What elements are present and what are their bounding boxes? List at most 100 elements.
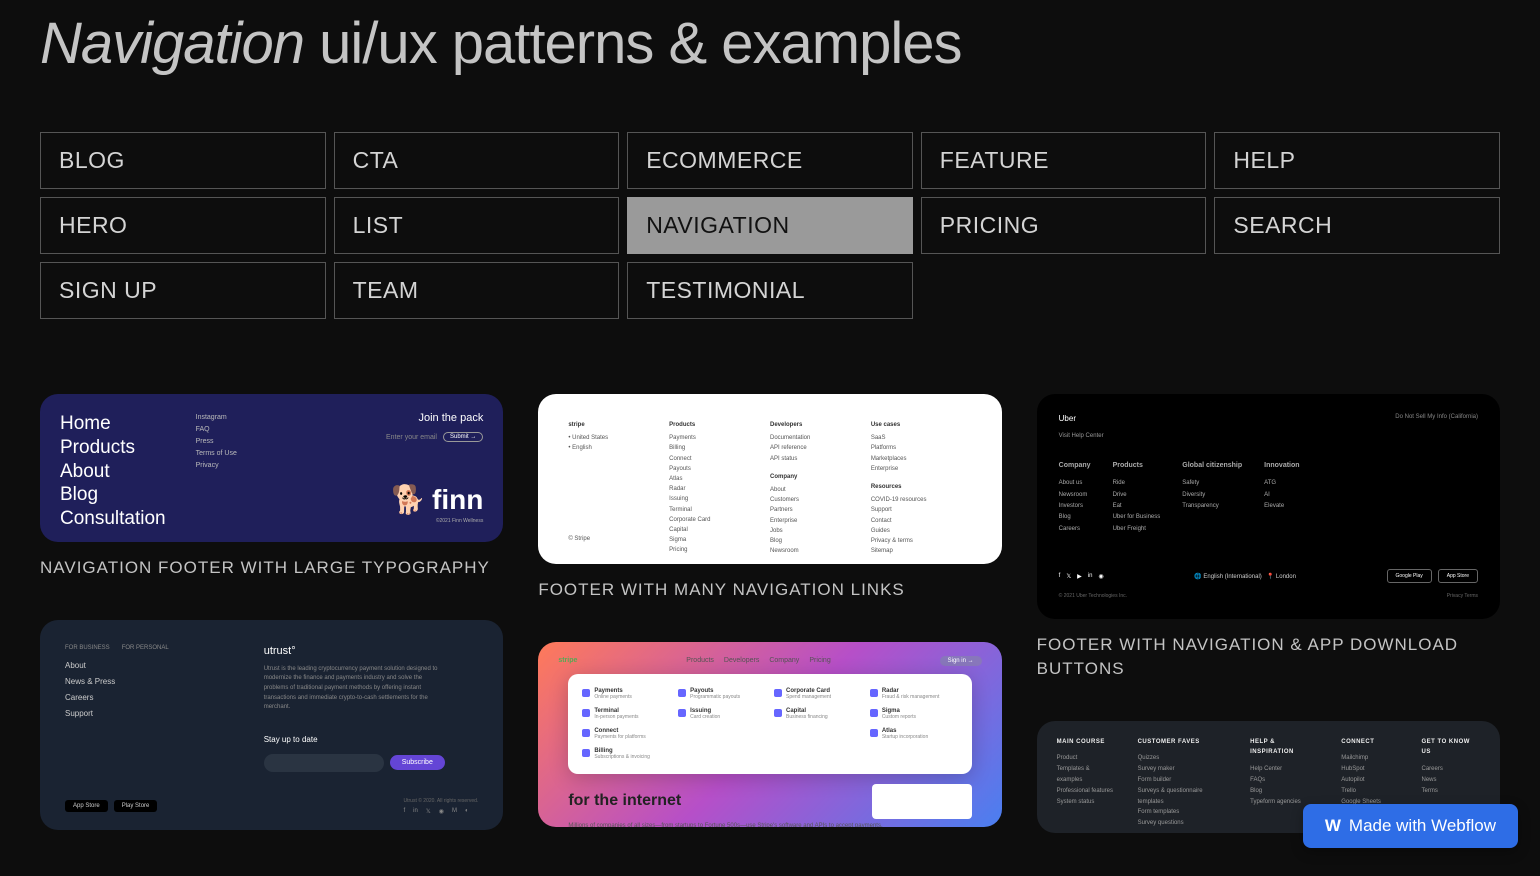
list-item: API status [770,454,871,464]
stripe-dev-head: Developers [770,420,871,430]
tf-customer-col: CUSTOMER FAVES Quizzes Survey maker Form… [1138,737,1229,817]
list-item: COVID-19 resources [871,495,972,505]
tf-help-head: HELP & INSPIRATION [1250,737,1319,759]
uber-brand: Uber [1059,414,1076,423]
utrust-subscribe-row: Subscribe [264,754,445,772]
list-item: Careers [1422,764,1480,775]
card-stripe-footer[interactable]: stripe • United States • English © Strip… [538,394,1001,602]
uber-copyright: © 2021 Uber Technologies Inc. [1059,593,1127,599]
list-item: Privacy & terms [871,536,972,546]
stripe-company-head: Company [770,472,871,482]
list-item: Enterprise [770,516,871,526]
filter-blog[interactable]: BLOG [40,132,326,189]
list-item: News [1422,775,1480,786]
utrust-app-stores: App Store Play Store [65,800,157,812]
list-item: Sitemap [871,546,972,556]
utrust-nav-about: About [65,661,169,670]
card-label-uber: FOOTER WITH NAVIGATION & APP DOWNLOAD BU… [1037,633,1500,681]
card-utrust[interactable]: FOR BUSINESS FOR PERSONAL About News & P… [40,620,503,830]
utrust-left: FOR BUSINESS FOR PERSONAL About News & P… [65,645,169,772]
list-item: SaaS [871,433,972,443]
product-icon [582,729,590,737]
thumb-uber: Uber Do Not Sell My Info (California) Vi… [1037,394,1500,619]
filter-help[interactable]: HELP [1214,132,1500,189]
uber-help-center: Visit Help Center [1059,433,1478,439]
card-column-1: Home Products About Blog Consultation In… [40,394,503,833]
stripe-mega-menu: PaymentsOnline payments PayoutsProgramma… [568,674,971,774]
card-stripe-nav[interactable]: stripe Products Developers Company Prici… [538,642,1001,827]
product-icon [774,709,782,717]
page-title: Navigation ui/ux patterns & examples [40,10,1500,77]
stripe-products-col: Products Payments Billing Connect Payout… [669,420,770,538]
card-uber[interactable]: Uber Do Not Sell My Info (California) Vi… [1037,394,1500,681]
filter-ecommerce[interactable]: ECOMMERCE [627,132,913,189]
tf-main-col: MAIN COURSE Product Templates & examples… [1057,737,1116,817]
finn-nav-consultation: Consultation [60,507,166,531]
filter-search[interactable]: SEARCH [1214,197,1500,254]
list-item: Surveys & questionnaire templates [1138,786,1229,808]
webflow-badge[interactable]: W Made with Webflow [1303,804,1518,848]
list-item: Survey questions [1138,818,1229,829]
uber-policy: Privacy Terms [1447,593,1478,599]
utrust-copyright: Utrust © 2020. All rights reserved. [404,798,479,804]
finn-signup-row: Enter your email Submit → [386,432,483,442]
list-item: Uber for Business [1113,512,1161,523]
utrust-tab-personal: FOR PERSONAL [122,645,169,651]
filter-hero[interactable]: HERO [40,197,326,254]
stripe-brand: stripe [568,420,669,430]
filter-feature[interactable]: FEATURE [921,132,1207,189]
stripe-resources-head: Resources [871,482,972,492]
tf-main-head: MAIN COURSE [1057,737,1116,748]
list-item: Radar [669,484,770,494]
product-icon [582,689,590,697]
thumb-stripe-footer: stripe • United States • English © Strip… [538,394,1001,564]
list-item: Billing [669,443,770,453]
list-item: Blog [1250,786,1319,797]
uber-appstore: App Store [1438,569,1478,583]
uber-products-col: Products Ride Drive Eat Uber for Busines… [1113,459,1161,535]
product-icon [870,729,878,737]
nav-pricing: Pricing [809,657,830,664]
uber-innovation-col: Innovation ATG AI Elevate [1264,459,1299,535]
list-item: Professional features [1057,786,1116,797]
thumb-utrust: FOR BUSINESS FOR PERSONAL About News & P… [40,620,503,830]
filter-navigation[interactable]: NAVIGATION [627,197,913,254]
product-icon [582,749,590,757]
filter-pricing[interactable]: PRICING [921,197,1207,254]
instagram-icon: ◉ [439,808,444,815]
medium-icon: M [452,808,457,815]
stripe-hero: for the internet [548,784,991,819]
list-item: HubSpot [1341,764,1399,775]
utrust-logo: utrust° [264,645,445,657]
list-item: Diversity [1182,490,1242,501]
list-item: Quizzes [1138,753,1229,764]
finn-nav-products: Products [60,436,166,460]
list-item: Enterprise [871,464,972,474]
list-item: Help Center [1250,764,1319,775]
utrust-top: FOR BUSINESS FOR PERSONAL About News & P… [65,645,478,772]
menu-item: TerminalIn-person payments [582,708,670,720]
stripe-products-head: Products [669,420,770,430]
list-item: Investors [1059,501,1091,512]
product-icon [678,709,686,717]
menu-item: SigmaCustom reports [870,708,958,720]
nav-developers: Developers [724,657,759,664]
filter-signup[interactable]: SIGN UP [40,262,326,319]
uber-innovation-head: Innovation [1264,459,1299,472]
utrust-nav-news: News & Press [65,677,169,686]
filter-team[interactable]: TEAM [334,262,620,319]
filter-testimonial[interactable]: TESTIMONIAL [627,262,913,319]
menu-item: BillingSubscriptions & invoicing [582,748,670,760]
stripe-locale-country: • United States [568,433,669,443]
card-finn[interactable]: Home Products About Blog Consultation In… [40,394,503,580]
uber-copyright-row: © 2021 Uber Technologies Inc. Privacy Te… [1059,593,1478,599]
filter-list[interactable]: LIST [334,197,620,254]
product-icon [870,709,878,717]
utrust-subscribe-button: Subscribe [390,755,445,770]
list-item: Ride [1113,478,1161,489]
list-item: System status [1057,797,1116,808]
uber-googleplay: Google Play [1387,569,1432,583]
filter-cta[interactable]: CTA [334,132,620,189]
nav-company: Company [769,657,799,664]
list-item: Safety [1182,478,1242,489]
